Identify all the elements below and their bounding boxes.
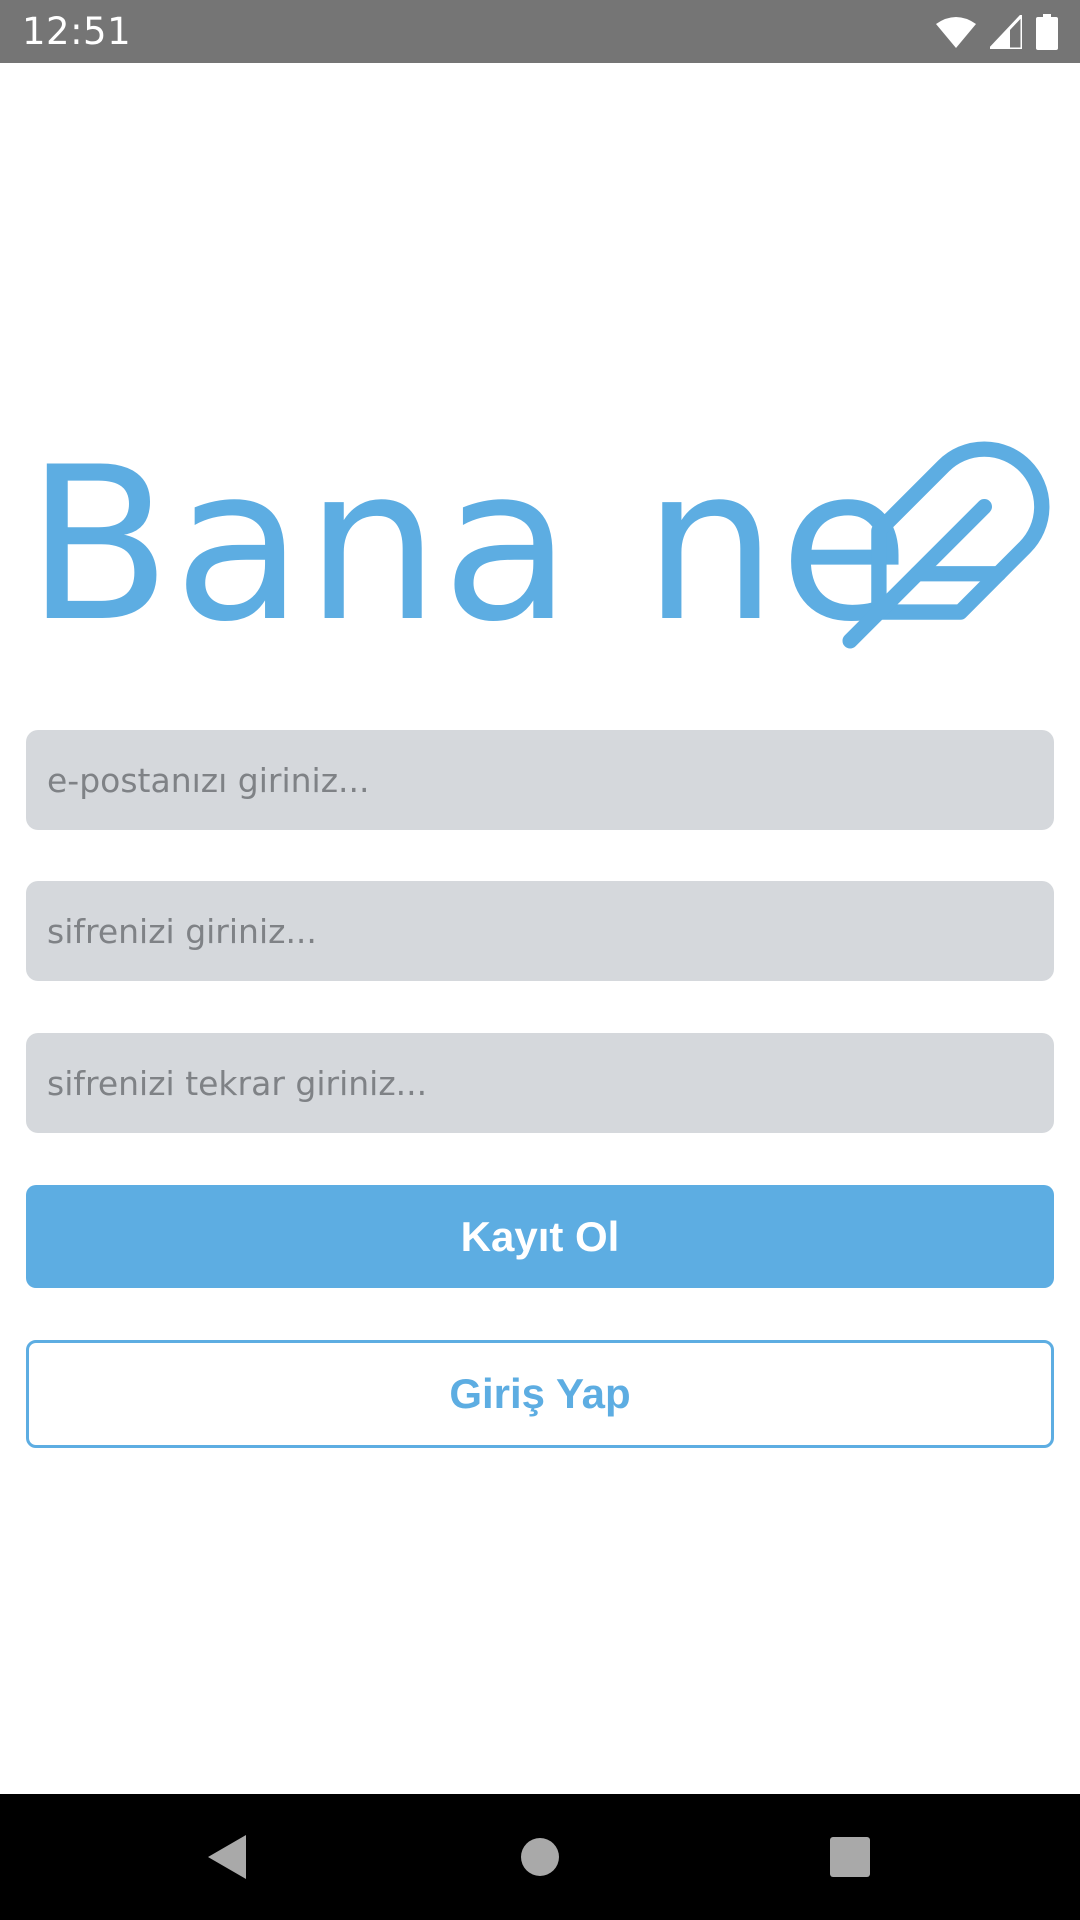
home-icon	[521, 1838, 559, 1876]
feather-icon	[842, 441, 1050, 649]
register-screen: 12:51 Bana ne e-postanızı giriniz... Kay…	[0, 0, 1080, 1920]
login-button[interactable]: Giriş Yap	[26, 1340, 1054, 1448]
recents-icon	[830, 1837, 870, 1877]
navigation-bar	[0, 1794, 1080, 1920]
register-button[interactable]: Kayıt Ol	[26, 1185, 1054, 1288]
cell-signal-icon	[990, 14, 1022, 49]
nav-recents-button[interactable]	[770, 1794, 930, 1920]
login-button-label: Giriş Yap	[449, 1370, 631, 1417]
app-logo-text: Bana ne	[26, 421, 912, 668]
status-icons	[936, 13, 1058, 50]
nav-back-button[interactable]	[146, 1794, 306, 1920]
nav-home-button[interactable]	[460, 1794, 620, 1920]
battery-icon	[1036, 13, 1058, 50]
email-field[interactable]	[26, 730, 1054, 830]
status-time: 12:51	[22, 10, 132, 53]
password-field[interactable]	[26, 881, 1054, 981]
status-bar: 12:51	[0, 0, 1080, 63]
back-icon	[208, 1835, 246, 1879]
register-button-label: Kayıt Ol	[460, 1212, 620, 1260]
app-logo: Bana ne	[26, 430, 1066, 660]
wifi-icon	[936, 16, 976, 48]
password-repeat-field[interactable]	[26, 1033, 1054, 1133]
